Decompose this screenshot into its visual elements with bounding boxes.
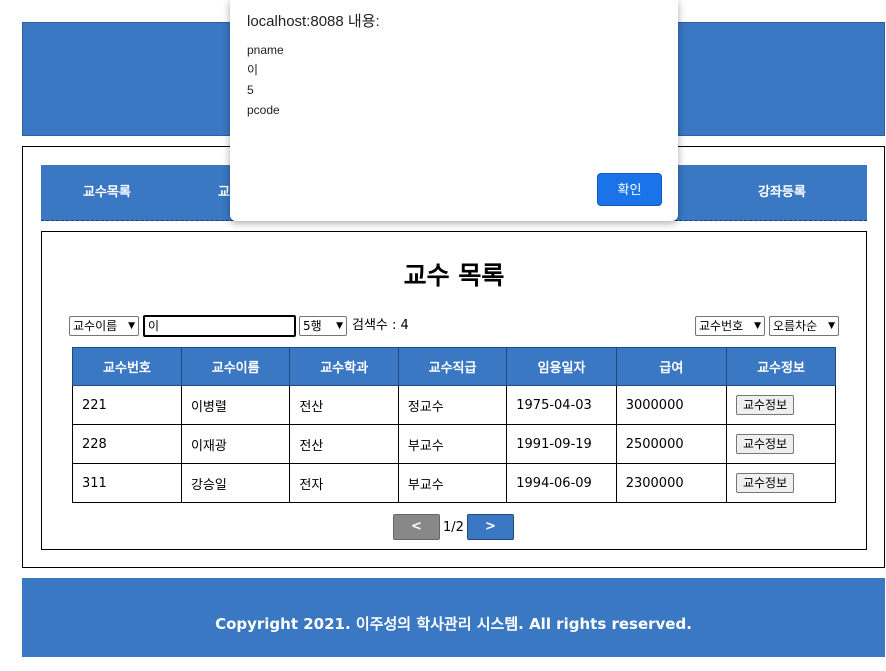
chevron-down-icon: ▼ — [336, 321, 343, 331]
professor-info-button[interactable]: 교수정보 — [735, 434, 795, 454]
sort-order-select[interactable]: 오름차순 ▼ — [769, 316, 839, 336]
cell-info: 교수정보 — [725, 463, 837, 503]
col-header-salary: 급여 — [615, 347, 727, 386]
cell-dept: 전산 — [289, 385, 399, 425]
col-header-info: 교수정보 — [725, 347, 837, 386]
content-box: 교수 목록 교수이름 ▼ 이 5행 ▼ 검색수 : 4 교수번호 ▼ 오름차순 ▼ 교수… — [41, 231, 867, 550]
rows-per-page-select[interactable]: 5행 ▼ — [299, 316, 347, 336]
dialog-ok-button[interactable]: 확인 — [597, 173, 662, 206]
sort-field-select[interactable]: 교수번호 ▼ — [695, 316, 765, 336]
cell-salary: 2300000 — [615, 463, 727, 503]
search-field-select[interactable]: 교수이름 ▼ — [69, 316, 139, 336]
dialog-message-line: 이 — [247, 63, 259, 77]
chevron-down-icon: ▼ — [128, 321, 135, 331]
chevron-down-icon: ▼ — [828, 321, 835, 331]
cell-rank: 부교수 — [397, 463, 508, 503]
cell-rank: 부교수 — [397, 424, 508, 464]
cell-hire-date: 1991-09-19 — [506, 424, 617, 464]
dialog-message: pname 이 5 pcode — [247, 40, 284, 120]
col-header-id: 교수번호 — [72, 347, 182, 386]
table-row: 221 이병렬 전산 정교수 1975-04-03 3000000 교수정보 — [72, 385, 837, 425]
prev-page-button[interactable]: < — [393, 514, 440, 540]
col-header-hire-date: 임용일자 — [506, 347, 617, 386]
page-indicator: 1/2 — [443, 519, 464, 535]
nav-item-course-register[interactable]: 강좌등록 — [758, 165, 806, 221]
dialog-message-line: 5 — [247, 83, 254, 97]
col-header-dept: 교수학과 — [289, 347, 399, 386]
cell-id: 311 — [72, 463, 182, 503]
cell-dept: 전산 — [289, 424, 399, 464]
pagination: < 1/2 > — [393, 514, 514, 540]
search-field-select-value: 교수이름 — [73, 319, 118, 333]
nav-item-partial[interactable]: 교 — [218, 165, 230, 221]
cell-name: 강승일 — [180, 463, 291, 503]
professor-table: 교수번호 교수이름 교수학과 교수직급 임용일자 급여 교수정보 221 이병렬… — [72, 347, 837, 503]
search-input[interactable]: 이 — [143, 315, 296, 337]
dialog-title: localhost:8088 내용: — [247, 13, 380, 30]
cell-rank: 정교수 — [397, 385, 508, 425]
rows-per-page-value: 5행 — [303, 319, 322, 333]
site-footer: Copyright 2021. 이주성의 학사관리 시스템. All right… — [22, 578, 885, 657]
sort-order-value: 오름차순 — [773, 319, 818, 333]
cell-id: 221 — [72, 385, 182, 425]
alert-dialog: localhost:8088 내용: pname 이 5 pcode 확인 — [230, 0, 678, 221]
cell-name: 이재광 — [180, 424, 291, 464]
cell-id: 228 — [72, 424, 182, 464]
page-title: 교수 목록 — [403, 261, 505, 290]
col-header-rank: 교수직급 — [397, 347, 508, 386]
search-input-value: 이 — [148, 319, 160, 333]
chevron-down-icon: ▼ — [754, 321, 761, 331]
professor-info-button[interactable]: 교수정보 — [735, 473, 795, 493]
sort-field-value: 교수번호 — [699, 319, 744, 333]
nav-item-professor-list[interactable]: 교수목록 — [83, 165, 131, 221]
cell-dept: 전자 — [289, 463, 399, 503]
table-row: 228 이재광 전산 부교수 1991-09-19 2500000 교수정보 — [72, 424, 837, 464]
result-count: 검색수 : 4 — [352, 318, 409, 333]
cell-salary: 3000000 — [615, 385, 727, 425]
cell-hire-date: 1994-06-09 — [506, 463, 617, 503]
professor-info-button[interactable]: 교수정보 — [735, 395, 795, 415]
cell-info: 교수정보 — [725, 385, 837, 425]
table-row: 311 강승일 전자 부교수 1994-06-09 2300000 교수정보 — [72, 463, 837, 503]
dialog-message-line: pcode — [247, 103, 280, 117]
cell-name: 이병렬 — [180, 385, 291, 425]
dialog-message-line: pname — [247, 43, 284, 57]
footer-copyright: Copyright 2021. 이주성의 학사관리 시스템. All right… — [215, 615, 692, 633]
cell-salary: 2500000 — [615, 424, 727, 464]
cell-info: 교수정보 — [725, 424, 837, 464]
next-page-button[interactable]: > — [466, 514, 514, 540]
table-header-row: 교수번호 교수이름 교수학과 교수직급 임용일자 급여 교수정보 — [72, 347, 837, 386]
cell-hire-date: 1975-04-03 — [506, 385, 617, 425]
col-header-name: 교수이름 — [180, 347, 291, 386]
